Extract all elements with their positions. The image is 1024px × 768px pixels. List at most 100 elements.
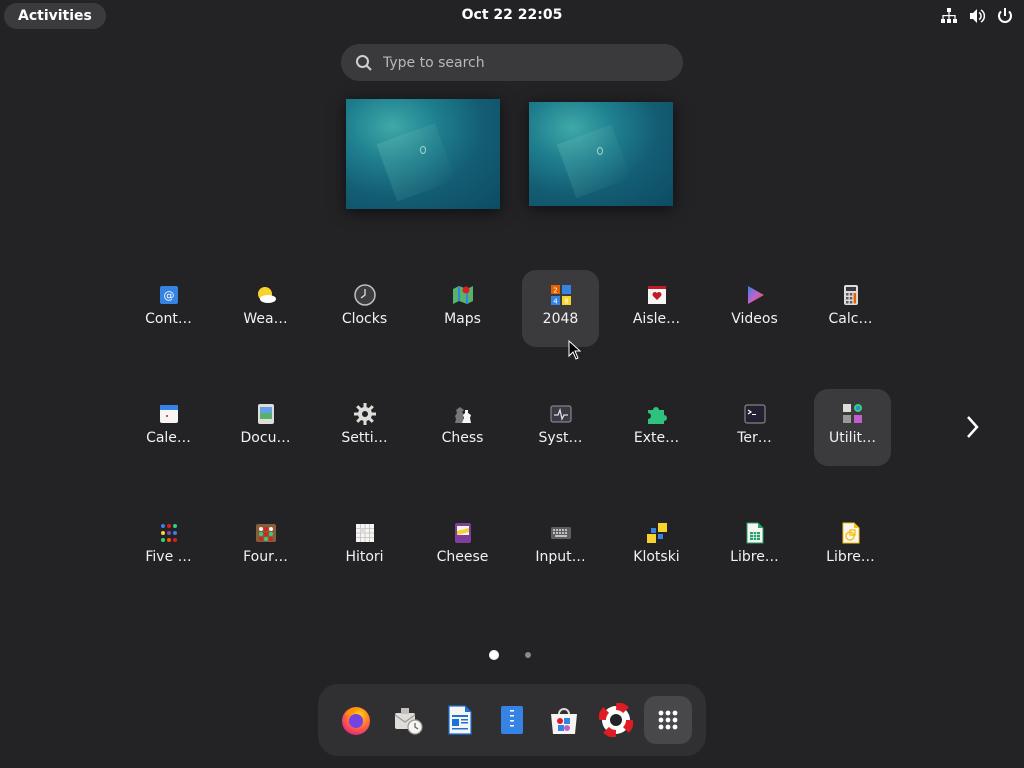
clock[interactable]: Oct 22 22:05	[0, 0, 1024, 31]
app-calculator[interactable]: Calc…	[812, 270, 889, 347]
app-klotski[interactable]: Klotski	[618, 508, 695, 585]
app-system-monitor[interactable]: Syst…	[522, 389, 599, 466]
libreoffice-calc-icon	[746, 522, 763, 544]
dash-show-apps[interactable]	[644, 696, 692, 744]
show-apps-icon	[658, 710, 678, 730]
app-folder-utilities[interactable]: Utilit…	[814, 389, 891, 466]
app-hitori[interactable]: Hitori	[326, 508, 403, 585]
app-2048[interactable]: 2 48 2048	[522, 270, 599, 347]
utilities-folder-icon	[842, 404, 862, 423]
hitori-icon	[355, 524, 374, 542]
app-clocks[interactable]: Clocks	[326, 270, 403, 347]
app-label: Input…	[535, 549, 586, 565]
search-icon	[356, 54, 372, 71]
five-or-more-icon	[160, 524, 177, 542]
app-label: Aisle…	[632, 311, 681, 327]
workspace-thumbnail-2[interactable]	[529, 102, 673, 206]
firefox-icon	[342, 707, 370, 735]
extensions-icon	[647, 407, 667, 424]
app-chess[interactable]: Chess	[424, 389, 501, 466]
help-icon	[599, 703, 633, 737]
app-aisleriot[interactable]: Aisle…	[618, 270, 695, 347]
evolution-mail-icon	[394, 708, 423, 735]
app-libreoffice-draw[interactable]: Libre…	[812, 508, 889, 585]
debian-swirl-icon	[597, 147, 603, 155]
power-icon[interactable]	[996, 7, 1014, 25]
app-label: Maps	[444, 311, 481, 327]
app-cheese[interactable]: Cheese	[424, 508, 501, 585]
app-document-viewer[interactable]: Docu…	[227, 389, 304, 466]
app-label: Hitori	[345, 549, 384, 565]
volume-icon[interactable]	[968, 7, 986, 25]
game-2048-icon: 2 4 8	[550, 285, 571, 306]
app-label: Klotski	[633, 549, 680, 565]
contacts-icon: @	[159, 286, 178, 304]
videos-icon	[747, 286, 764, 304]
search-input[interactable]	[383, 54, 663, 71]
text-editor-icon	[501, 706, 523, 734]
svg-text:2: 2	[553, 287, 557, 295]
app-extensions[interactable]: Exte…	[618, 389, 695, 466]
app-maps[interactable]: Maps	[424, 270, 501, 347]
app-label: Ter…	[737, 430, 772, 446]
app-label: Libre…	[826, 549, 875, 565]
dash-firefox[interactable]	[332, 696, 380, 744]
app-calendar[interactable]: Cale…	[130, 389, 207, 466]
app-label: Docu…	[240, 430, 291, 446]
app-label: Cont…	[145, 311, 192, 327]
app-label: 2048	[542, 311, 579, 327]
chess-icon	[454, 407, 471, 423]
app-label: Libre…	[730, 549, 779, 565]
app-label: Exte…	[633, 430, 680, 446]
app-label: Syst…	[538, 430, 583, 446]
four-in-a-row-icon	[255, 524, 276, 542]
dash-evolution[interactable]	[384, 696, 432, 744]
app-videos[interactable]: Videos	[716, 270, 793, 347]
app-four-in-a-row[interactable]: Four…	[227, 508, 304, 585]
klotski-icon	[646, 523, 667, 543]
libreoffice-draw-icon	[842, 522, 859, 544]
app-five-or-more[interactable]: Five …	[130, 508, 207, 585]
page-dot-2[interactable]	[525, 652, 531, 658]
app-label: Cale…	[146, 430, 191, 446]
app-terminal[interactable]: Ter…	[716, 389, 793, 466]
dash-text-editor[interactable]	[488, 696, 536, 744]
dash-help[interactable]	[592, 696, 640, 744]
weather-icon	[257, 287, 276, 303]
app-libreoffice-calc[interactable]: Libre…	[716, 508, 793, 585]
mouse-pointer-icon	[568, 340, 582, 360]
svg-text:4: 4	[553, 298, 558, 306]
app-label: Chess	[441, 430, 484, 446]
app-label: Cheese	[436, 549, 489, 565]
app-input-method[interactable]: Input…	[522, 508, 599, 585]
libreoffice-writer-icon	[448, 705, 472, 735]
app-label: Wea…	[243, 311, 288, 327]
calculator-icon	[843, 285, 858, 305]
dash-libreoffice-writer[interactable]	[436, 696, 484, 744]
cheese-icon	[454, 523, 471, 543]
app-label: Four…	[243, 549, 288, 565]
network-icon[interactable]	[940, 7, 958, 25]
app-settings[interactable]: Setti…	[326, 389, 403, 466]
app-label: Setti…	[341, 430, 388, 446]
page-dot-1[interactable]	[489, 650, 499, 660]
aisleriot-icon	[647, 286, 666, 304]
chevron-right-icon[interactable]	[962, 412, 982, 442]
maps-icon	[452, 286, 473, 304]
app-label: Calc…	[828, 311, 873, 327]
top-bar: Activities Oct 22 22:05	[0, 0, 1024, 32]
system-status-area[interactable]	[940, 7, 1014, 25]
workspace-thumbnail-1[interactable]	[346, 99, 500, 209]
debian-swirl-icon	[420, 146, 426, 154]
app-contacts[interactable]: @ Cont…	[130, 270, 207, 347]
dash	[318, 684, 706, 756]
clocks-icon	[353, 284, 376, 306]
app-label: Videos	[731, 311, 778, 327]
calendar-icon	[159, 405, 178, 423]
software-icon	[551, 708, 577, 734]
app-label: Clocks	[341, 311, 388, 327]
app-weather[interactable]: Wea…	[227, 270, 304, 347]
terminal-icon	[744, 404, 765, 424]
search-box[interactable]	[341, 44, 683, 81]
dash-software[interactable]	[540, 696, 588, 744]
